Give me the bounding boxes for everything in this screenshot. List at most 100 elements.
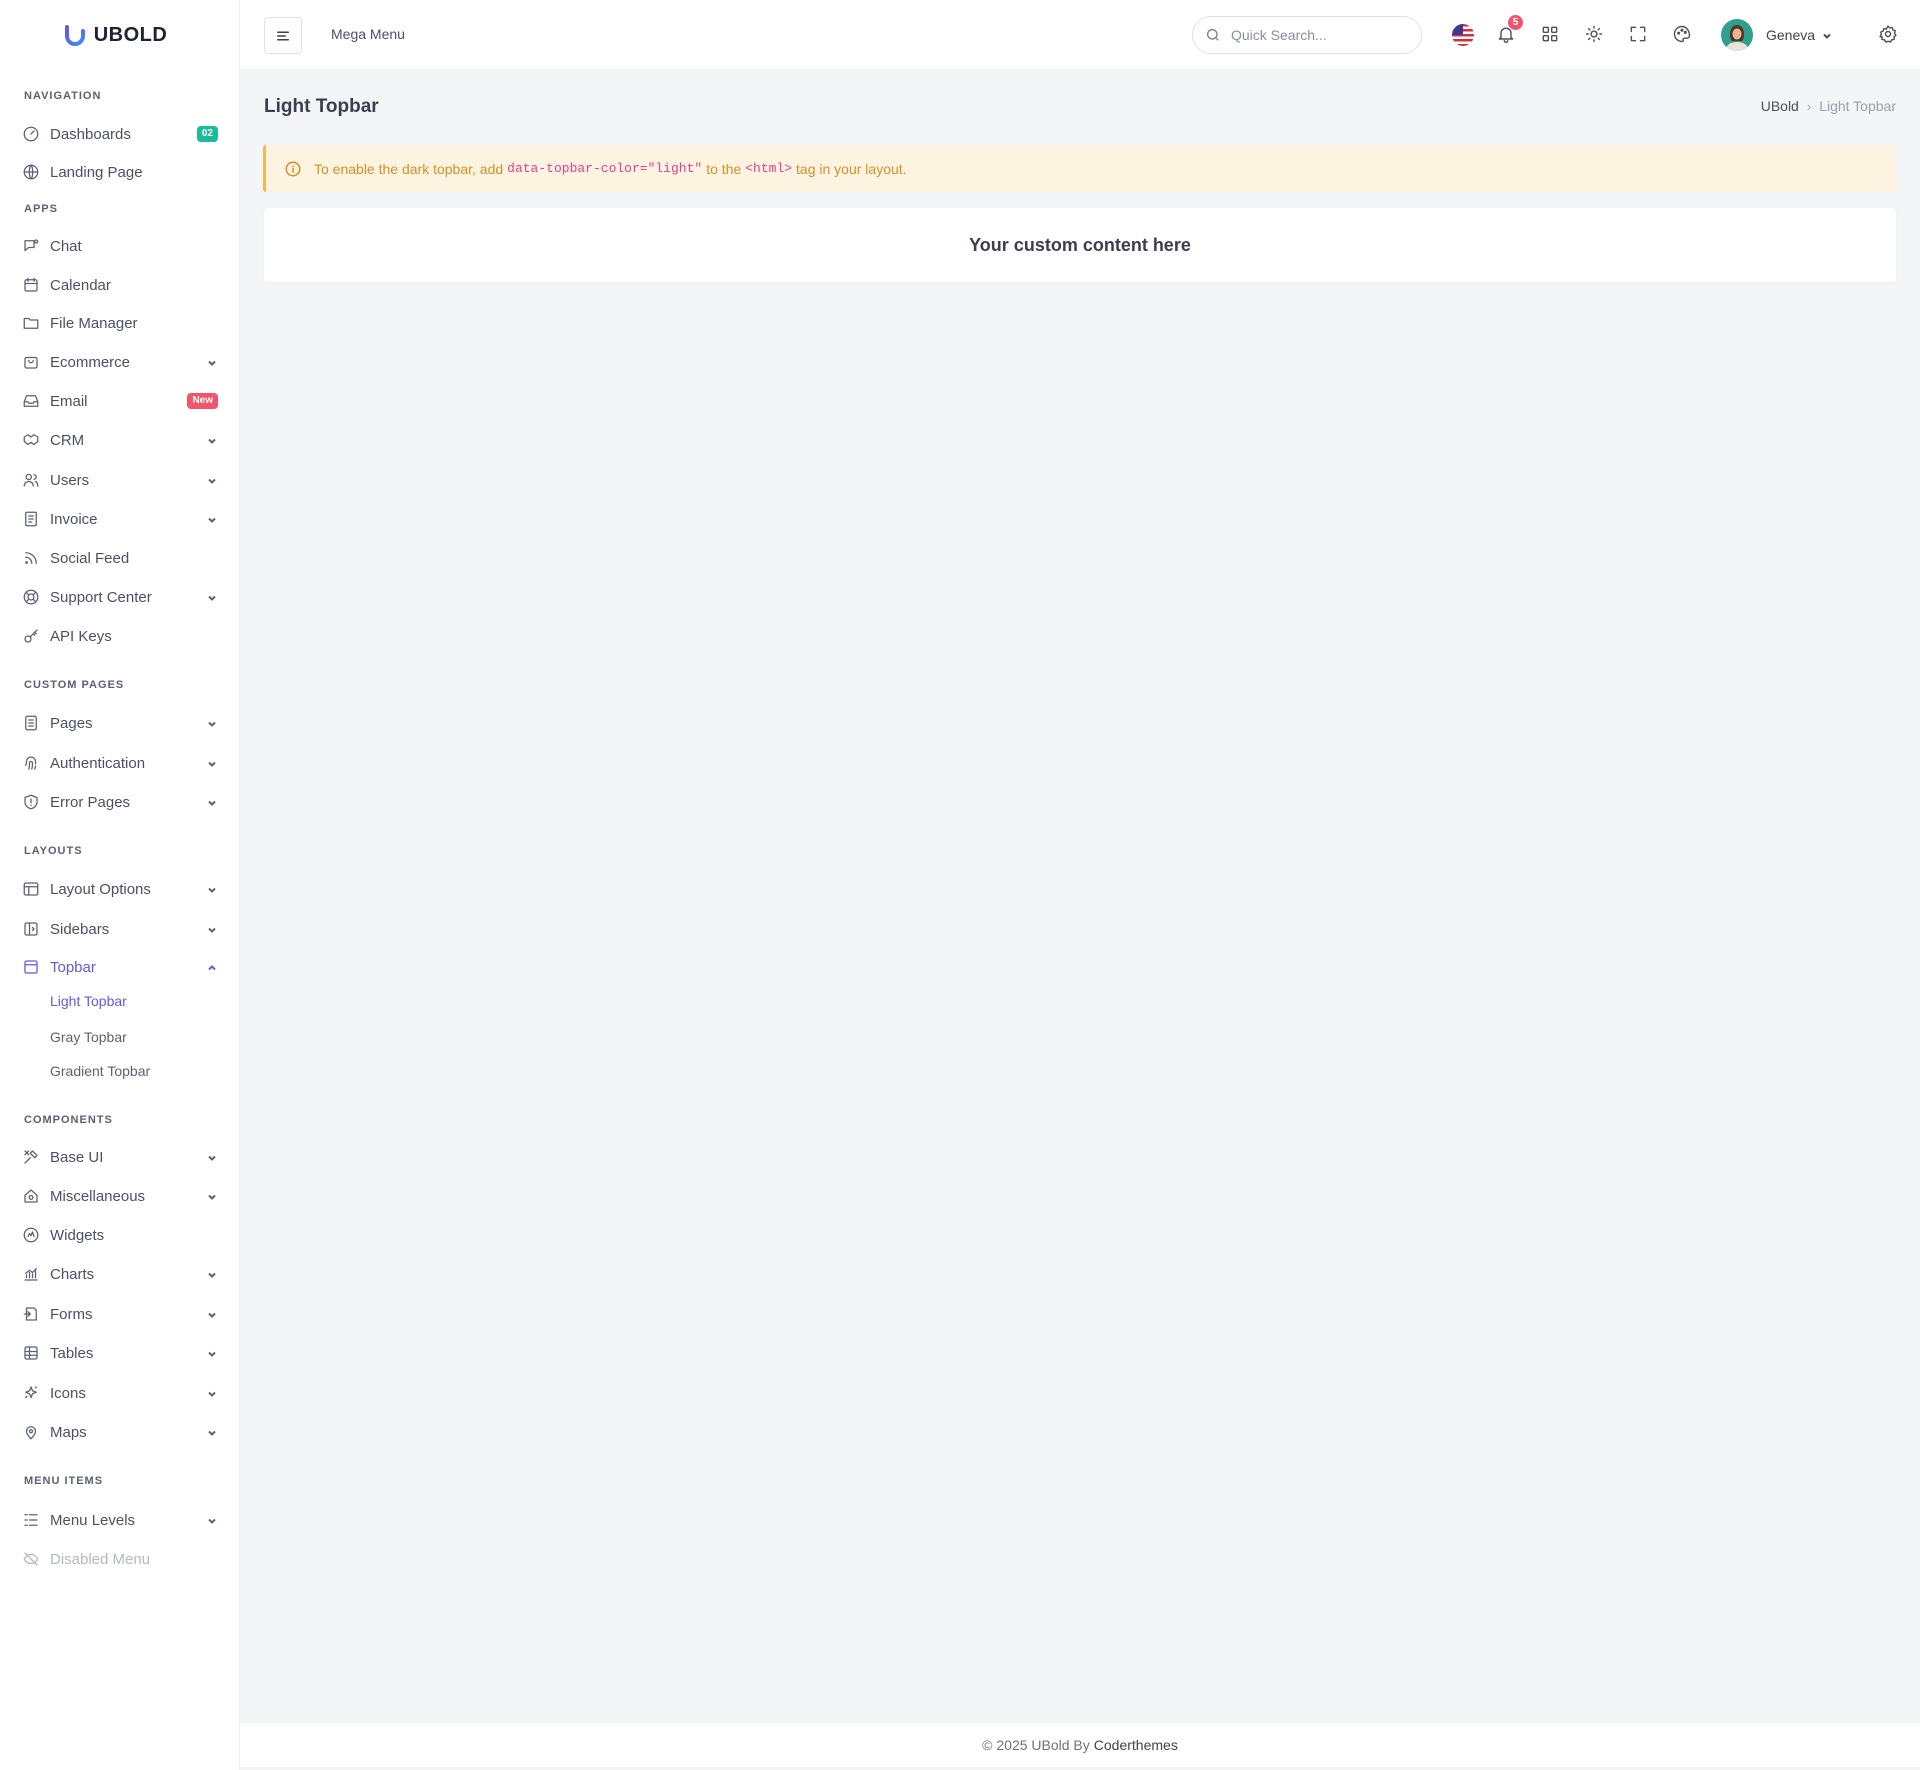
sidebar-item-label: API Keys [50, 627, 112, 645]
apps-grid-button[interactable] [1538, 22, 1562, 46]
sidebar-item-calendar[interactable]: Calendar [0, 267, 240, 303]
tools-icon [22, 1148, 40, 1166]
sidebar-item-social-feed[interactable]: Social Feed [0, 540, 240, 576]
breadcrumb-current: Light Topbar [1819, 98, 1896, 114]
us-flag-icon[interactable] [1452, 24, 1474, 46]
sidebar-item-tables[interactable]: Tables [0, 1335, 240, 1371]
sidebar-item-disabled-menu: Disabled Menu [0, 1541, 240, 1577]
chat-icon [22, 237, 40, 255]
sidebar-item-label: CRM [50, 431, 85, 449]
sidebar-item-base-ui[interactable]: Base UI [0, 1139, 240, 1175]
layout-icon [22, 880, 40, 898]
notebook-icon [22, 714, 40, 732]
chevron-down-icon [206, 434, 218, 446]
sidebar-item-dashboards[interactable]: Dashboards 02 [0, 116, 240, 152]
chevron-down-icon [1821, 29, 1833, 41]
sidebar-item-file-manager[interactable]: File Manager [0, 305, 240, 341]
avatar [1721, 19, 1753, 51]
dashboards-badge: 02 [196, 126, 218, 142]
sidebar-item-menu-levels[interactable]: Menu Levels [0, 1502, 240, 1538]
sidebar-item-authentication[interactable]: Authentication [0, 745, 240, 781]
gear-icon [1879, 25, 1897, 43]
sidebar-item-label: Chat [50, 237, 82, 255]
logo-icon [64, 25, 85, 46]
settings-button[interactable] [1876, 22, 1900, 46]
breadcrumb-root-link[interactable]: UBold [1761, 98, 1799, 114]
breadcrumb: UBold › Light Topbar [1761, 98, 1896, 114]
sidebar-item-support-center[interactable]: Support Center [0, 579, 240, 615]
notifications-button[interactable]: 5 [1494, 15, 1523, 46]
search-input[interactable] [1231, 27, 1401, 43]
folder-icon [22, 314, 40, 332]
user-name: Geneva [1766, 27, 1816, 43]
footer-company-link[interactable]: Coderthemes [1094, 1737, 1178, 1753]
sidebar-layout-icon [22, 920, 40, 938]
sidebar-item-users[interactable]: Users [0, 462, 240, 498]
sidebar-item-chat[interactable]: Chat [0, 228, 240, 264]
topbar: Mega Menu 5 [240, 0, 1920, 70]
card-text: Your custom content here [969, 234, 1191, 255]
menu-icon [277, 31, 289, 40]
sidebar-item-label: Layout Options [50, 880, 151, 898]
chevron-down-icon [206, 1268, 218, 1280]
theme-customizer-button[interactable] [1670, 22, 1694, 46]
alert-text-middle: to the [706, 160, 742, 177]
notification-count-badge: 5 [1508, 15, 1523, 30]
theme-toggle-button[interactable] [1582, 22, 1606, 46]
sidebar-item-icons[interactable]: Icons [0, 1375, 240, 1411]
sidebar-item-label: Calendar [50, 276, 111, 294]
sidebar-item-maps[interactable]: Maps [0, 1414, 240, 1450]
sidebar-subitem-gray-topbar[interactable]: Gray Topbar [0, 1022, 240, 1052]
footer-copyright: © 2025 UBold By [982, 1737, 1090, 1753]
sidebar-item-crm[interactable]: CRM [0, 422, 240, 458]
chevron-down-icon [206, 1426, 218, 1438]
user-menu[interactable]: Geneva [1721, 18, 1833, 52]
grid-icon [1542, 26, 1558, 42]
sidebar-item-topbar[interactable]: Topbar [0, 949, 240, 985]
alert-attr-code: data-topbar-color="light" [507, 161, 703, 176]
fingerprint-icon [22, 754, 40, 772]
sidebar-item-charts[interactable]: Charts [0, 1256, 240, 1292]
sidebar-item-invoice[interactable]: Invoice [0, 501, 240, 537]
sidebar-item-label: Dashboards [50, 125, 131, 143]
section-title-navigation: Navigation [24, 90, 102, 102]
sidebar-item-forms[interactable]: Forms [0, 1296, 240, 1332]
sidebar-item-sidebars[interactable]: Sidebars [0, 911, 240, 947]
eye-off-icon [22, 1550, 40, 1568]
sidebar-item-pages[interactable]: Pages [0, 705, 240, 741]
sidebar-item-api-keys[interactable]: API Keys [0, 618, 240, 654]
footer: © 2025 UBold By Coderthemes [240, 1722, 1920, 1767]
sidebar-item-label: Sidebars [50, 920, 110, 938]
mega-menu-link[interactable]: Mega Menu [331, 26, 405, 42]
sidebar-item-widgets[interactable]: Widgets [0, 1217, 240, 1253]
chevron-down-icon [206, 513, 218, 525]
fullscreen-button[interactable] [1626, 22, 1650, 46]
warning-alert: To enable the dark topbar, add data-topb… [263, 145, 1896, 192]
sidebar-toggle-button[interactable] [264, 17, 302, 54]
sidebar-item-ecommerce[interactable]: Ecommerce [0, 344, 240, 380]
chevron-down-icon [206, 1514, 218, 1526]
map-pin-icon [22, 1423, 40, 1441]
brand-logo[interactable]: UBOLD [0, 0, 239, 70]
sidebar-item-landing-page[interactable]: Landing Page [0, 154, 240, 190]
chevron-up-icon [206, 961, 218, 973]
sidebar-item-error-pages[interactable]: Error Pages [0, 784, 240, 820]
sidebar-item-label: Topbar [50, 958, 96, 976]
sidebar-item-label: Landing Page [50, 163, 143, 181]
chevron-down-icon [206, 356, 218, 368]
sidebar-item-miscellaneous[interactable]: Miscellaneous [0, 1178, 240, 1214]
search-box[interactable] [1192, 16, 1422, 54]
sidebar-subitem-light-topbar[interactable]: Light Topbar [0, 986, 240, 1016]
chevron-down-icon [206, 474, 218, 486]
sidebar-item-email[interactable]: Email New [0, 383, 240, 419]
gauge-icon [22, 125, 40, 143]
sidebar-item-label: Social Feed [50, 549, 130, 567]
breadcrumb-separator: › [1806, 98, 1812, 114]
email-new-badge: New [187, 393, 218, 409]
sidebar-item-label: Maps [50, 1423, 87, 1441]
sidebar-subitem-gradient-topbar[interactable]: Gradient Topbar [0, 1056, 240, 1086]
brand-name: UBOLD [93, 23, 168, 46]
list-tree-icon [22, 1511, 40, 1529]
sidebar-item-layout-options[interactable]: Layout Options [0, 871, 240, 907]
page-title: Light Topbar [264, 96, 379, 117]
